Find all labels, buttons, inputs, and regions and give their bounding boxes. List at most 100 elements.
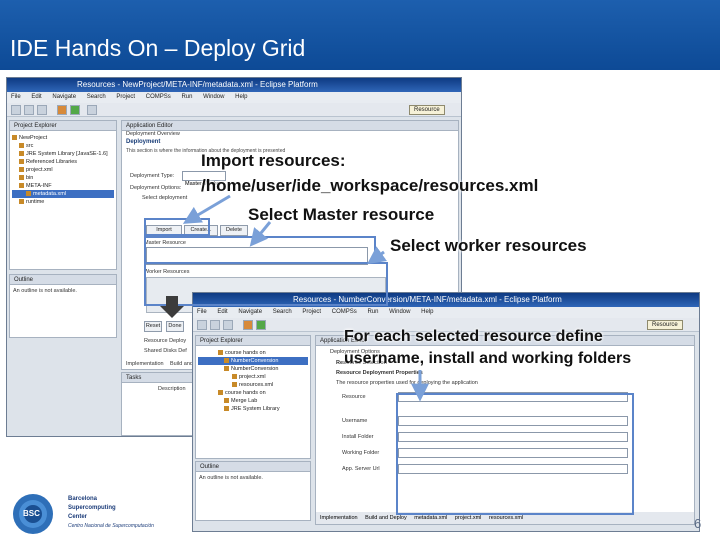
tasks-tab[interactable]: Tasks	[122, 373, 195, 383]
menu-file[interactable]: File	[11, 94, 21, 100]
file-icon	[19, 167, 24, 173]
tree-item[interactable]: course hands on	[198, 389, 308, 397]
menu-search[interactable]: Search	[273, 309, 292, 315]
tree-item[interactable]: JRE System Library [JavaSE-1.6]	[12, 150, 114, 158]
tree-item[interactable]: Referenced Libraries	[12, 158, 114, 166]
menu-edit[interactable]: Edit	[217, 309, 227, 315]
run-icon[interactable]	[256, 320, 266, 330]
menu-window[interactable]: Window	[203, 94, 224, 100]
tree-item[interactable]: NumberConversion	[198, 365, 308, 373]
slide-title-bar: IDE Hands On – Deploy Grid	[0, 0, 720, 70]
tab-resources-xml[interactable]: resources.xml	[489, 515, 523, 521]
new-icon[interactable]	[197, 320, 207, 330]
tree-item-selected[interactable]: NumberConversion	[198, 357, 308, 365]
menu-search[interactable]: Search	[87, 94, 106, 100]
debug-icon[interactable]	[243, 320, 253, 330]
resource-perspective-button[interactable]: Resource	[409, 105, 445, 115]
application-editor-tab[interactable]: Application Editor	[122, 121, 458, 131]
slide-title: IDE Hands On – Deploy Grid	[10, 35, 306, 61]
project-explorer-panel-2: Project Explorer course hands on NumberC…	[195, 335, 311, 459]
deployment-options-label: Deployment Options:	[130, 185, 182, 191]
menu-compss[interactable]: COMPSs	[332, 309, 357, 315]
search-icon[interactable]	[87, 105, 97, 115]
tree-item[interactable]: META-INF	[12, 182, 114, 190]
logo-line-4: Centro Nacional de Supercomputación	[68, 523, 154, 529]
xml-file-icon	[232, 382, 237, 388]
logo-line-1: Barcelona	[68, 496, 98, 502]
username-label: Username	[342, 418, 368, 424]
outline-message: An outline is not available.	[13, 288, 77, 294]
print-icon[interactable]	[223, 320, 233, 330]
menu-navigate[interactable]: Navigate	[238, 309, 262, 315]
outline-panel-2: Outline An outline is not available.	[195, 461, 311, 521]
tree-item[interactable]: runtime	[12, 198, 114, 206]
tree-item[interactable]: Merge Lab	[198, 397, 308, 405]
menu-help[interactable]: Help	[421, 309, 433, 315]
outline-panel: Outline An outline is not available.	[9, 274, 117, 338]
tab-metadata[interactable]: metadata.xml	[414, 515, 447, 521]
tree-item[interactable]: JRE System Library	[198, 405, 308, 413]
library-icon	[19, 159, 24, 165]
library-icon	[224, 406, 229, 412]
tasks-panel: Tasks Description	[121, 372, 196, 436]
save-icon[interactable]	[24, 105, 34, 115]
description-column: Description	[158, 386, 186, 392]
bsc-logo: BSC Barcelona Supercomputing Center Cent…	[8, 492, 198, 536]
tab-project-xml[interactable]: project.xml	[455, 515, 482, 521]
annotation-resources-path: /home/user/ide_workspace/resources.xml	[201, 176, 539, 195]
tree-item[interactable]: project.xml	[198, 373, 308, 381]
tree-item[interactable]: bin	[12, 174, 114, 182]
tree-item-selected[interactable]: metadata.xml	[12, 190, 114, 198]
xml-file-icon	[232, 374, 237, 380]
outline-message-2: An outline is not available.	[199, 475, 263, 481]
menu-window[interactable]: Window	[389, 309, 410, 315]
tree-item[interactable]: src	[12, 142, 114, 150]
install-folder-label: Install Folder	[342, 434, 374, 440]
done-button[interactable]: Done	[166, 321, 184, 332]
menu-project[interactable]: Project	[302, 309, 321, 315]
annotation-for-each-line1: For each selected resource define	[344, 328, 603, 345]
run-icon[interactable]	[70, 105, 80, 115]
menu-compss[interactable]: COMPSs	[146, 94, 171, 100]
debug-icon[interactable]	[57, 105, 67, 115]
package-icon	[224, 366, 229, 372]
new-icon[interactable]	[11, 105, 21, 115]
library-icon	[19, 151, 24, 157]
annotation-select-workers: Select worker resources	[390, 236, 587, 255]
project-explorer-tab-2[interactable]: Project Explorer	[196, 336, 310, 346]
implementation-tab[interactable]: Implementation	[126, 361, 164, 367]
editor-subtitle: Deployment Overview	[126, 131, 180, 137]
menu-project[interactable]: Project	[116, 94, 135, 100]
menu-run[interactable]: Run	[181, 94, 192, 100]
tree-item[interactable]: project.xml	[12, 166, 114, 174]
tree-item[interactable]: resources.xml	[198, 381, 308, 389]
menu-edit[interactable]: Edit	[31, 94, 41, 100]
outline-tab-2[interactable]: Outline	[196, 462, 310, 472]
working-folder-label: Working Folder	[342, 450, 380, 456]
annotation-for-each-line2: username, install and working folders	[344, 350, 632, 367]
delete-button[interactable]: Delete	[220, 225, 248, 236]
tab-implementation[interactable]: Implementation	[320, 515, 358, 521]
outline-tab[interactable]: Outline	[10, 275, 116, 285]
bsc-mark-text: BSC	[23, 509, 40, 518]
shared-disks-label: Shared Disks Def	[144, 348, 187, 354]
reset-button[interactable]: Reset	[144, 321, 162, 332]
save-icon[interactable]	[210, 320, 220, 330]
window-1-caption: Resources - NewProject/META-INF/metadata…	[7, 78, 461, 92]
tree-item[interactable]: course hands on	[198, 349, 308, 357]
window-1-toolbar: Resource	[7, 103, 461, 117]
tree-item[interactable]: NewProject	[12, 134, 114, 142]
menu-run[interactable]: Run	[367, 309, 378, 315]
project-explorer-tab[interactable]: Project Explorer	[10, 121, 116, 131]
menu-file[interactable]: File	[197, 309, 207, 315]
print-icon[interactable]	[37, 105, 47, 115]
resource-perspective-button[interactable]: Resource	[647, 320, 683, 330]
menu-help[interactable]: Help	[235, 94, 247, 100]
folder-icon	[19, 199, 24, 205]
tab-build-deploy[interactable]: Build and Deploy	[365, 515, 407, 521]
menu-navigate[interactable]: Navigate	[52, 94, 76, 100]
build-tab[interactable]: Build and	[170, 361, 193, 367]
deployment-type-label: Deployment Type:	[130, 173, 175, 179]
xml-file-icon	[26, 191, 31, 197]
annotation-select-master: Select Master resource	[248, 205, 435, 224]
